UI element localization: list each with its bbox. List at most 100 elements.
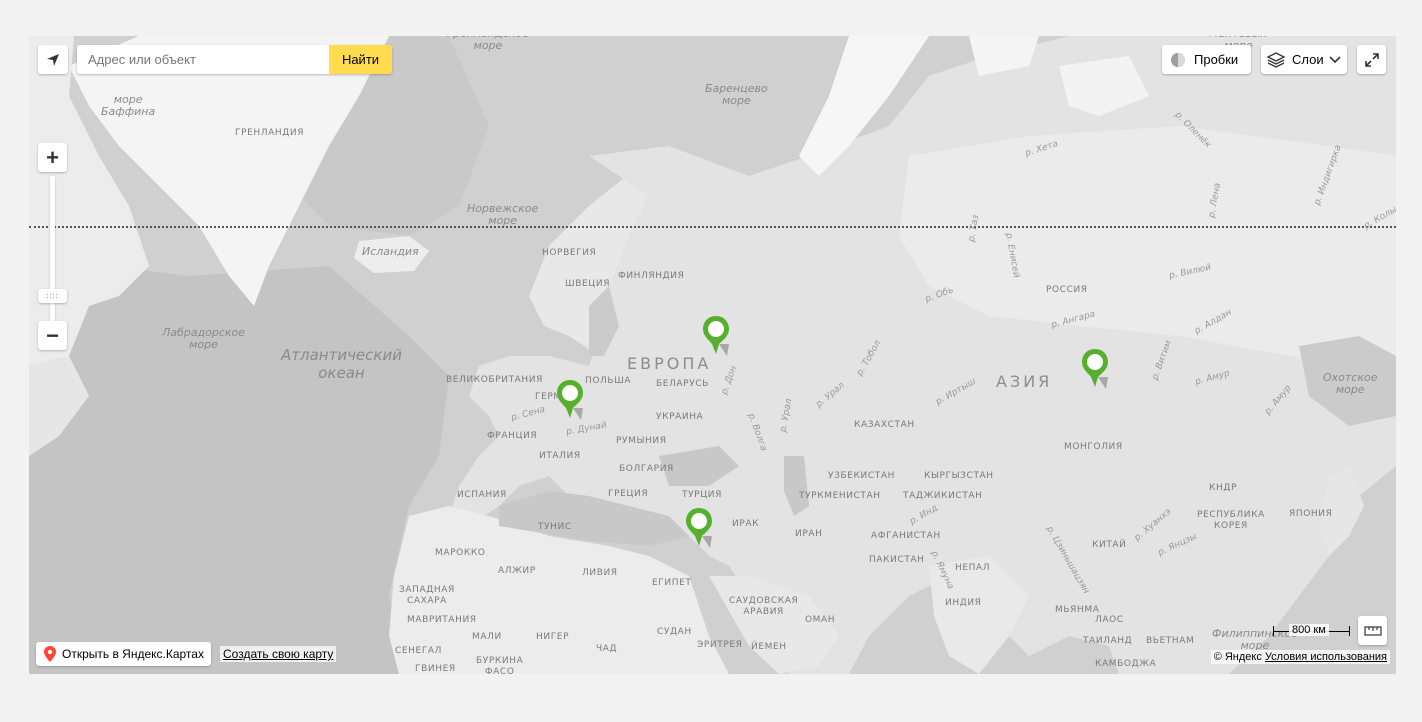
label-myanmar: МЬЯНМА xyxy=(1055,605,1100,615)
traffic-icon xyxy=(1171,52,1185,67)
traffic-button[interactable]: Пробки xyxy=(1162,45,1251,74)
zoom-out-button[interactable]: − xyxy=(38,321,67,350)
label-mali: МАЛИ xyxy=(472,632,502,642)
label-tajikistan: ТАДЖИКИСТАН xyxy=(903,491,983,501)
label-norway: НОРВЕГИЯ xyxy=(542,248,597,258)
label-thailand: ТАИЛАНД xyxy=(1083,636,1133,646)
label-mongolia: МОНГОЛИЯ xyxy=(1064,442,1123,452)
label-algeria: АЛЖИР xyxy=(498,566,536,576)
label-kndr: КНДР xyxy=(1209,483,1238,493)
label-belarus: БЕЛАРУСЬ xyxy=(656,379,709,389)
label-burkina-faso: БУРКИНА ФАСО xyxy=(476,656,524,674)
label-pakistan: ПАКИСТАН xyxy=(869,555,925,565)
placemark-germany[interactable] xyxy=(553,378,587,424)
label-turkey: ТУРЦИЯ xyxy=(682,490,722,500)
scale-bar: 800 км xyxy=(1273,624,1351,638)
map-pin-icon xyxy=(44,646,56,662)
location-arrow-icon xyxy=(47,53,59,66)
search-button[interactable]: Найти xyxy=(329,45,392,74)
label-cambodia: КАМБОДЖА xyxy=(1095,659,1157,669)
label-saudi-arabia: САУДОВСКАЯ АРАВИЯ xyxy=(729,596,799,617)
layers-button[interactable]: Слои xyxy=(1261,45,1347,74)
label-labrador-sea: Лабрадорское море xyxy=(162,326,246,351)
grip-icon xyxy=(46,294,57,298)
label-italy: ИТАЛИЯ xyxy=(539,451,581,461)
chevron-down-icon xyxy=(1329,55,1341,63)
ruler-icon xyxy=(1363,625,1382,636)
label-tunisia: ТУНИС xyxy=(538,522,572,532)
placemark-israel[interactable] xyxy=(682,506,716,552)
label-russia: РОССИЯ xyxy=(1046,285,1088,295)
label-greenland: ГРЕНЛАНДИЯ xyxy=(235,128,305,138)
label-asia: АЗИЯ xyxy=(996,372,1053,391)
label-libya: ЛИВИЯ xyxy=(582,568,618,578)
label-uzbekistan: УЗБЕКИСТАН xyxy=(828,471,895,481)
label-niger: НИГЕР xyxy=(536,632,570,642)
search-input[interactable] xyxy=(77,45,329,74)
label-france: ФРАНЦИЯ xyxy=(487,431,538,441)
zoom-in-button[interactable]: + xyxy=(38,143,67,172)
label-kyrgyzstan: КЫРГЫЗСТАН xyxy=(924,471,994,481)
create-map-link[interactable]: Создать свою карту xyxy=(220,646,337,662)
label-india: ИНДИЯ xyxy=(945,598,982,608)
label-uk: ВЕЛИКОБРИТАНИЯ xyxy=(446,375,543,385)
label-chad: ЧАД xyxy=(596,644,618,654)
open-in-yandex-maps-button[interactable]: Открыть в Яндекс.Картах xyxy=(36,642,211,666)
label-laos: ЛАОС xyxy=(1095,615,1124,625)
label-mauritania: МАВРИТАНИЯ xyxy=(407,615,477,625)
label-iraq: ИРАК xyxy=(732,519,760,529)
open-in-yandex-maps-label: Открыть в Яндекс.Картах xyxy=(62,647,204,661)
label-western-sahara: ЗАПАДНАЯ САХАРА xyxy=(399,585,455,606)
label-morocco: МАРОККО xyxy=(435,548,486,558)
label-china: КИТАЙ xyxy=(1092,540,1127,550)
label-afghanistan: АФГАНИСТАН xyxy=(871,531,941,541)
layers-icon xyxy=(1266,51,1286,68)
label-bulgaria: БОЛГАРИЯ xyxy=(619,464,674,474)
label-turkmenistan: ТУРКМЕНИСТАН xyxy=(799,491,881,501)
label-japan: ЯПОНИЯ xyxy=(1289,509,1333,519)
zoom-slider-handle[interactable] xyxy=(38,289,67,303)
expand-icon xyxy=(1364,52,1379,67)
label-egypt: ЕГИПЕТ xyxy=(652,578,692,588)
label-republic-korea: РЕСПУБЛИКА КОРЕЯ xyxy=(1197,510,1265,531)
placemark-siberia[interactable] xyxy=(1078,347,1112,393)
label-sudan: СУДАН xyxy=(657,627,692,637)
label-iceland: Исландия xyxy=(362,245,419,258)
label-kazakhstan: КАЗАХСТАН xyxy=(854,420,915,430)
label-yemen: ЙЕМЕН xyxy=(751,642,787,652)
label-senegal: СЕНЕГАЛ xyxy=(395,646,443,656)
label-atlantic-ocean: Атлантический океан xyxy=(281,346,402,382)
label-sweden: ШВЕЦИЯ xyxy=(565,279,611,289)
copyright: © Яндекс Условия использования xyxy=(1210,650,1390,664)
label-baffin-sea: море Баффина xyxy=(101,93,156,118)
arctic-circle-line xyxy=(29,226,1396,228)
minus-icon: − xyxy=(46,322,59,348)
copyright-text: © Яндекс xyxy=(1213,651,1262,663)
scale-label: 800 км xyxy=(1289,624,1329,636)
label-finland: ФИНЛЯНДИЯ xyxy=(618,271,685,281)
label-greece: ГРЕЦИЯ xyxy=(608,489,649,499)
label-iran: ИРАН xyxy=(795,529,823,539)
label-romania: РУМЫНИЯ xyxy=(616,436,667,446)
terms-of-use-link[interactable]: Условия использования xyxy=(1265,651,1387,663)
label-eritrea: ЭРИТРЕЯ xyxy=(697,640,743,650)
traffic-label: Пробки xyxy=(1194,52,1239,67)
plus-icon: + xyxy=(46,144,59,170)
geolocation-button[interactable] xyxy=(38,45,68,74)
label-guinea: ГВИНЕЯ xyxy=(415,664,456,674)
map-canvas[interactable]: Гренландское море Лаптевых море Баренцев… xyxy=(29,36,1396,674)
label-oman: ОМАН xyxy=(805,615,836,625)
fullscreen-button[interactable] xyxy=(1357,45,1386,74)
search-box: Найти xyxy=(77,45,392,74)
label-ukraine: УКРАИНА xyxy=(656,412,704,422)
label-greenland-sea: Гренландское море xyxy=(447,36,529,52)
label-norwegian-sea: Норвежское море xyxy=(467,202,539,227)
placemark-moscow[interactable] xyxy=(699,314,733,360)
label-barents-sea: Баренцево море xyxy=(705,82,768,107)
layers-label: Слои xyxy=(1292,52,1324,67)
label-poland: ПОЛЬША xyxy=(585,376,632,386)
label-spain: ИСПАНИЯ xyxy=(457,490,507,500)
ruler-button[interactable] xyxy=(1358,616,1387,645)
label-nepal: НЕПАЛ xyxy=(955,563,991,573)
label-vietnam: ВЬЕТНАМ xyxy=(1146,636,1195,646)
